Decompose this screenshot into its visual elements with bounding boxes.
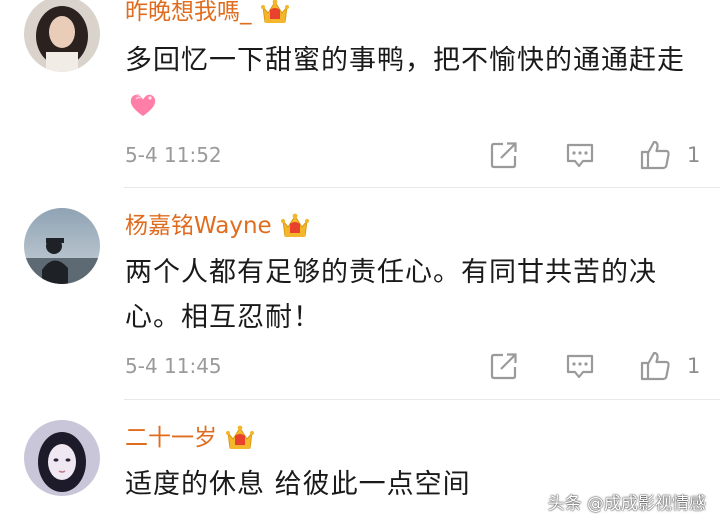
like-button[interactable]: 1	[639, 139, 700, 171]
comment-icon	[566, 143, 594, 168]
comment-text: 多回忆一下甜蜜的事鸭，把不愉快的通通赶走	[125, 38, 695, 128]
avatar[interactable]	[24, 208, 100, 284]
username[interactable]: 二十一岁	[125, 423, 217, 453]
like-button[interactable]: 1	[639, 350, 700, 382]
like-count: 1	[687, 143, 701, 167]
heart-emoji-icon	[129, 87, 157, 116]
comment-text-content: 多回忆一下甜蜜的事鸭，把不愉快的通通赶走	[125, 45, 685, 76]
comment-text: 两个人都有足够的责任心。有同甘共苦的决心。相互忍耐！	[125, 257, 657, 333]
forward-button[interactable]	[489, 139, 519, 171]
crown-badge-icon	[225, 424, 255, 452]
comment-meta: 5-4 11:45 1	[125, 348, 700, 384]
username[interactable]: 昨晚想我嗎_	[125, 0, 252, 27]
like-count: 1	[687, 354, 701, 378]
crown-badge-icon	[260, 0, 290, 26]
reply-button[interactable]	[565, 350, 595, 382]
comment-meta: 5-4 11:52 1	[125, 137, 700, 173]
crown-badge-icon	[280, 212, 310, 240]
watermark: 头条 @成成影视情感	[547, 494, 706, 514]
forward-icon	[490, 142, 517, 169]
timestamp: 5-4 11:52	[125, 143, 222, 167]
comment-icon	[566, 354, 594, 379]
timestamp: 5-4 11:45	[125, 354, 222, 378]
comment-item: 杨嘉铭Wayne 两个人都有足够的责任心。有同甘共苦的决心。相互忍耐！ 5-4 …	[0, 188, 720, 400]
forward-button[interactable]	[489, 350, 519, 382]
reply-button[interactable]	[565, 139, 595, 171]
comment-feed: 昨晚想我嗎_ 多回忆一下甜蜜的事鸭，把不愉快的通通赶走 5-4 11:52 1 …	[0, 0, 720, 526]
avatar[interactable]	[24, 0, 100, 72]
forward-icon	[490, 353, 517, 380]
username[interactable]: 杨嘉铭Wayne	[125, 211, 272, 241]
comment-item: 昨晚想我嗎_ 多回忆一下甜蜜的事鸭，把不愉快的通通赶走 5-4 11:52 1	[0, 0, 720, 188]
thumbs-up-icon	[640, 140, 670, 170]
thumbs-up-icon	[640, 351, 670, 381]
avatar[interactable]	[24, 420, 100, 496]
